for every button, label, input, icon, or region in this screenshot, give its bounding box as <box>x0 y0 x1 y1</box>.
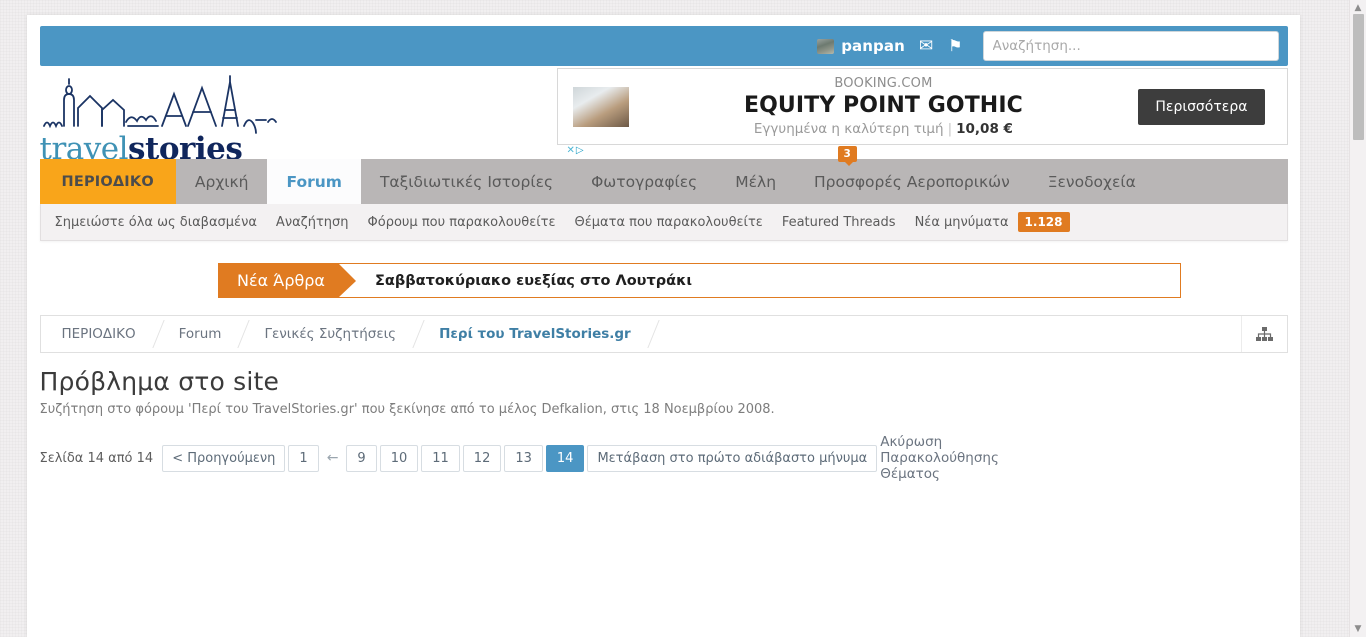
pagination-ellipsis: ← <box>326 450 339 466</box>
news-headline[interactable]: Σαββατοκύριακο ευεξίας στο Λουτράκι <box>339 264 692 297</box>
ad-title: EQUITY POINT GOTHIC <box>743 93 1023 118</box>
header-advertisement[interactable]: BOOKING.COM EQUITY POINT GOTHIC Εγγυημέν… <box>556 68 1288 156</box>
subnav-mark-all-read[interactable]: Σημειώστε όλα ως διαβασμένα <box>55 215 257 230</box>
unwatch-thread-link[interactable]: Ακύρωση Παρακολούθησης Θέματος <box>880 434 1029 482</box>
subnav-featured-threads[interactable]: Featured Threads <box>782 215 896 230</box>
browser-scrollbar[interactable]: ▲ ▼ <box>1349 0 1366 637</box>
page-title: Πρόβλημα στο site <box>39 367 280 396</box>
nav-item-flight-offers[interactable]: Προσφορές Αεροπορικών <box>795 159 1029 204</box>
thread-header: Πρόβλημα στο site Συζήτηση στο φόρουμ 'Π… <box>40 367 1288 417</box>
sub-navigation: Σημειώστε όλα ως διαβασμένα Αναζήτηση Φό… <box>39 204 1288 241</box>
scroll-down-icon[interactable]: ▼ <box>1350 621 1366 637</box>
pagination-page-1[interactable]: 1 <box>288 444 319 472</box>
ad-thumbnail <box>572 86 629 127</box>
breadcrumb: ΠΕΡΙΟΔΙΚΟ Forum Γενικές Συζητήσεις Περί … <box>39 315 1288 353</box>
ad-price: 10,08 € <box>956 121 1013 137</box>
topbar-user[interactable]: panpan <box>817 37 905 55</box>
ad-brand: BOOKING.COM <box>834 76 933 91</box>
pagination: Σελίδα 14 από 14 < Προηγούμενη 1 ← 9 10 … <box>40 434 1288 482</box>
thread-subtitle: Συζήτηση στο φόρουμ 'Περί του TravelStor… <box>39 402 775 417</box>
envelope-icon[interactable]: ✉ <box>919 37 933 55</box>
ad-body: BOOKING.COM EQUITY POINT GOTHIC Εγγυημέν… <box>629 76 1139 137</box>
avatar <box>817 38 835 54</box>
main-navigation: ΠΕΡΙΟΔΙΚΟ Αρχική Forum Ταξιδιωτικές Ιστο… <box>39 146 1288 204</box>
news-banner: Νέα Άρθρα Σαββατοκύριακο ευεξίας στο Λου… <box>218 263 1181 298</box>
flag-icon[interactable]: ⚑ <box>948 38 962 54</box>
nav-item-travel-stories[interactable]: Ταξιδιωτικές Ιστορίες <box>361 159 572 204</box>
site-logo[interactable]: travelstories <box>40 74 290 167</box>
pagination-prev[interactable]: < Προηγούμενη <box>162 444 286 472</box>
header-row: travelstories BOOKING.COM EQUITY POINT G… <box>40 66 1288 167</box>
news-label: Νέα Άρθρα <box>219 264 356 297</box>
ad-subtitle: Εγγυημένα η καλύτερη τιμή <box>753 121 944 137</box>
subnav-new-posts-badge: 1.128 <box>1017 212 1070 232</box>
subnav-watched-forums[interactable]: Φόρουμ που παρακολουθείτε <box>368 215 556 230</box>
pagination-page-current[interactable]: 14 <box>545 444 585 472</box>
sitemap-icon[interactable] <box>1240 316 1287 352</box>
breadcrumb-item-periodiko[interactable]: ΠΕΡΙΟΔΙΚΟ <box>41 316 158 352</box>
scrollbar-thumb[interactable] <box>1353 14 1364 140</box>
skyline-icon <box>42 75 277 134</box>
nav-item-home[interactable]: Αρχική <box>176 159 268 204</box>
nav-item-hotels[interactable]: Ξενοδοχεία <box>1029 159 1155 204</box>
nav-item-members[interactable]: Μέλη <box>716 159 795 204</box>
breadcrumb-item-current[interactable]: Περί του TravelStories.gr <box>418 316 653 352</box>
breadcrumb-item-forum[interactable]: Forum <box>158 316 244 352</box>
adchoices-icon[interactable]: ✕▷ <box>567 145 585 156</box>
nav-notification-badge: 3 <box>837 146 857 166</box>
sitemap-glyph <box>1255 326 1273 341</box>
subnav-search[interactable]: Αναζήτηση <box>276 215 349 230</box>
page-container: panpan ✉ ⚑ Αναζήτηση... travelstories BO… <box>27 15 1300 637</box>
nav-item-periodiko[interactable]: ΠΕΡΙΟΔΙΚΟ <box>39 159 176 204</box>
nav-item-forum[interactable]: Forum <box>267 159 361 204</box>
subnav-watched-threads[interactable]: Θέματα που παρακολουθείτε <box>575 215 763 230</box>
pagination-page-12[interactable]: 12 <box>462 444 502 472</box>
subnav-new-posts[interactable]: Νέα μηνύματα <box>915 215 1009 230</box>
ad-subtitle-row: Εγγυημένα η καλύτερη τιμή | 10,08 € <box>629 121 1139 137</box>
pagination-label: Σελίδα 14 από 14 <box>39 450 154 466</box>
ad-separator: | <box>947 121 953 137</box>
top-bar: panpan ✉ ⚑ <box>39 26 1288 66</box>
nav-item-photos[interactable]: Φωτογραφίες <box>572 159 716 204</box>
pagination-page-13[interactable]: 13 <box>504 444 543 472</box>
pagination-page-10[interactable]: 10 <box>379 444 419 472</box>
pagination-page-11[interactable]: 11 <box>421 444 460 472</box>
pagination-page-9[interactable]: 9 <box>346 444 377 472</box>
ad-cta-button[interactable]: Περισσότερα <box>1138 88 1265 125</box>
topbar-username: panpan <box>841 37 905 55</box>
pagination-jump-unread[interactable]: Μετάβαση στο πρώτο αδιάβαστο μήνυμα <box>587 444 878 472</box>
breadcrumb-item-general-discussions[interactable]: Γενικές Συζητήσεις <box>243 316 418 352</box>
search-input[interactable] <box>982 31 1279 61</box>
